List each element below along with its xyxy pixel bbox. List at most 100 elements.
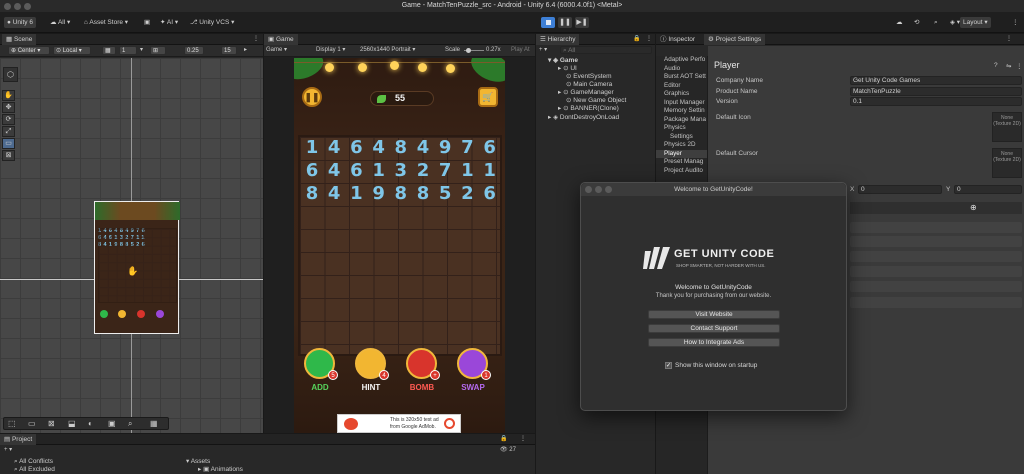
product-field[interactable]: MatchTenPuzzle — [850, 87, 1022, 96]
grid-number-cell[interactable]: 6 — [478, 137, 502, 158]
grid-size-field[interactable]: 1 — [119, 46, 137, 55]
grid-number-cell[interactable]: 5 — [433, 183, 457, 204]
settings-category-item[interactable]: Player — [656, 149, 707, 158]
play-button[interactable] — [541, 17, 555, 28]
grid-number-cell[interactable]: 4 — [322, 137, 346, 158]
dialog-close-icon[interactable] — [585, 186, 592, 193]
panel-menu-icon[interactable]: ⋮ — [253, 35, 259, 44]
layers-icon[interactable]: ◈ ▾ — [950, 17, 960, 28]
settings-category-item[interactable]: Physics — [656, 124, 707, 133]
ad-banner[interactable]: This is 320x50 test ad from Google AdMob… — [337, 414, 461, 433]
default-cursor-slot[interactable]: None (Texture 2D) — [992, 148, 1022, 178]
integrate-ads-button[interactable]: How to Integrate Ads — [648, 338, 780, 347]
grid-number-cell[interactable]: 1 — [300, 137, 324, 158]
snap-value-field[interactable]: 0.25 — [184, 46, 204, 55]
grid-number-cell[interactable]: 6 — [344, 137, 368, 158]
scale-tool-icon[interactable]: ⤢ — [2, 126, 15, 137]
settings-section[interactable] — [850, 222, 1022, 233]
settings-category-item[interactable]: Preset Manag — [656, 158, 707, 167]
game-mode-dropdown[interactable]: Game ▾ — [266, 46, 287, 55]
hierarchy-item-eventsystem[interactable]: ⊙ EventSystem — [566, 73, 612, 81]
resolution-dropdown[interactable]: 2560x1440 Portrait ▾ — [360, 46, 415, 55]
scene-more-icon[interactable]: ▸ — [244, 46, 247, 55]
grid-number-cell[interactable]: 8 — [389, 137, 413, 158]
project-create-icon[interactable]: + ▾ — [4, 446, 12, 455]
tab-scene[interactable]: ▦ Scene — [2, 34, 37, 45]
hierarchy-menu-icon[interactable]: ⋮ — [646, 35, 652, 44]
overlay-icon-3[interactable]: ⊠ — [48, 419, 55, 428]
scene-viewport[interactable]: ⬡ ✋ ✥ ⟳ ⤢ ▭ ⊠ 14648497664613271184198852… — [0, 58, 263, 433]
settings-category-item[interactable]: Audio — [656, 65, 707, 74]
snap-count-field[interactable]: 15 — [221, 46, 237, 55]
dialog-minimize-icon[interactable] — [595, 186, 602, 193]
grid-number-cell[interactable]: 6 — [300, 160, 324, 181]
hierarchy-item-dontdestroy[interactable]: ▸ ◈ DontDestroyOnLoad — [548, 114, 619, 122]
overlay-icon-1[interactable]: ⬚ — [8, 419, 16, 428]
search-icon[interactable]: ⌕ — [934, 17, 938, 28]
step-button[interactable]: ▶❚ — [575, 17, 589, 28]
project-lock-icon[interactable]: 🔒 — [500, 435, 507, 444]
hotspot-y-field[interactable]: 0 — [954, 185, 1022, 194]
startup-checkbox[interactable]: ✓ — [665, 362, 672, 369]
grid-number-cell[interactable]: 9 — [367, 183, 391, 204]
preset-icon[interactable]: ⇋ — [1006, 62, 1011, 70]
settings-section[interactable] — [850, 236, 1022, 247]
settings-section[interactable] — [850, 251, 1022, 262]
web-platform-icon[interactable]: ⊕ — [970, 203, 977, 212]
default-icon-slot[interactable]: None (Texture 2D) — [992, 112, 1022, 142]
grid-number-cell[interactable]: 1 — [367, 160, 391, 181]
pivot-dropdown[interactable]: ⊕ Center ▾ — [8, 46, 50, 55]
grid-number-cell[interactable]: 8 — [411, 183, 435, 204]
transform-tool-icon[interactable]: ⊠ — [2, 150, 15, 161]
overlay-icon-4[interactable]: ⬓ — [68, 419, 76, 428]
game-render[interactable]: ❚❚ 55 🛒 146484976646132711841988526 5 ADD… — [294, 58, 505, 433]
hierarchy-search-input[interactable]: ⌕ All — [560, 46, 652, 54]
asset-store-button[interactable]: ⌂ Asset Store ▾ — [84, 17, 128, 28]
grid-number-cell[interactable]: 8 — [300, 183, 324, 204]
grid-number-cell[interactable]: 7 — [455, 137, 479, 158]
settings-category-item[interactable]: Burst AOT Sett — [656, 73, 707, 82]
settings-section[interactable] — [850, 281, 1022, 292]
cloud-icon[interactable]: ☁ — [896, 17, 903, 28]
grid-number-cell[interactable]: 7 — [433, 160, 457, 181]
hierarchy-item-camera[interactable]: ⊙ Main Camera — [566, 81, 612, 89]
play-focused-dropdown[interactable]: Play At — [511, 46, 530, 55]
shop-cart-button[interactable]: 🛒 — [478, 87, 498, 107]
settings-category-item[interactable]: Package Mana — [656, 116, 707, 125]
hotspot-x-field[interactable]: 0 — [858, 185, 942, 194]
grid-number-cell[interactable]: 6 — [344, 160, 368, 181]
contact-support-button[interactable]: Contact Support — [648, 324, 780, 333]
tab-game[interactable]: ▣ Game — [264, 34, 298, 45]
grid-number-cell[interactable]: 8 — [389, 183, 413, 204]
store-icon[interactable]: ▣ — [144, 17, 150, 28]
minimize-window-icon[interactable] — [14, 3, 21, 10]
hierarchy-item-banner[interactable]: ▸ ⊙ BANNER(Clone) — [558, 105, 619, 113]
tab-project[interactable]: ▤ Project — [0, 434, 37, 445]
hierarchy-item-gamemanager[interactable]: ▸ ⊙ GameManager — [558, 89, 614, 97]
display-dropdown[interactable]: Display 1 ▾ — [316, 46, 345, 55]
company-field[interactable]: Get Unity Code Games — [850, 76, 1022, 85]
hand-tool-icon[interactable]: ✋ — [2, 90, 15, 101]
grid-number-cell[interactable]: 1 — [455, 160, 479, 181]
settings-category-item[interactable]: Adaptive Perfo — [656, 56, 707, 65]
view-options-icon[interactable]: ⬡ — [3, 67, 18, 82]
hierarchy-item-game[interactable]: ▾ ◈ Game — [548, 57, 578, 65]
vcs-button[interactable]: ⎇ Unity VCS ▾ — [190, 17, 234, 28]
grid-number-cell[interactable]: 9 — [433, 137, 457, 158]
space-dropdown[interactable]: ⊙ Local ▾ — [53, 46, 91, 55]
overlay-icon-5[interactable]: ◐ — [88, 419, 93, 428]
grid-number-cell[interactable]: 4 — [322, 183, 346, 204]
overlay-search-icon[interactable]: ⌕ — [128, 419, 132, 429]
scene-game-canvas[interactable]: 146484976646132711841988526 ✋ — [94, 201, 180, 334]
inspector-menu-icon[interactable]: ⋮ — [1006, 35, 1012, 44]
settings-category-item[interactable]: Memory Settin — [656, 107, 707, 116]
tab-inspector[interactable]: ⓘ Inspector — [656, 34, 699, 45]
cloud-dropdown[interactable]: ☁ All ▾ — [50, 17, 70, 28]
grid-number-cell[interactable]: 1 — [344, 183, 368, 204]
settings-category-item[interactable]: Settings — [656, 133, 707, 142]
overlay-icon-6[interactable]: ▣ — [108, 419, 116, 428]
grid-dropdown-icon[interactable]: ▾ — [140, 46, 143, 55]
settings-category-item[interactable]: Input Manager — [656, 99, 707, 108]
project-item-excluded[interactable]: ⌕ All Excluded — [14, 466, 55, 474]
hierarchy-item-ui[interactable]: ▸ ⊙ UI — [558, 65, 577, 73]
